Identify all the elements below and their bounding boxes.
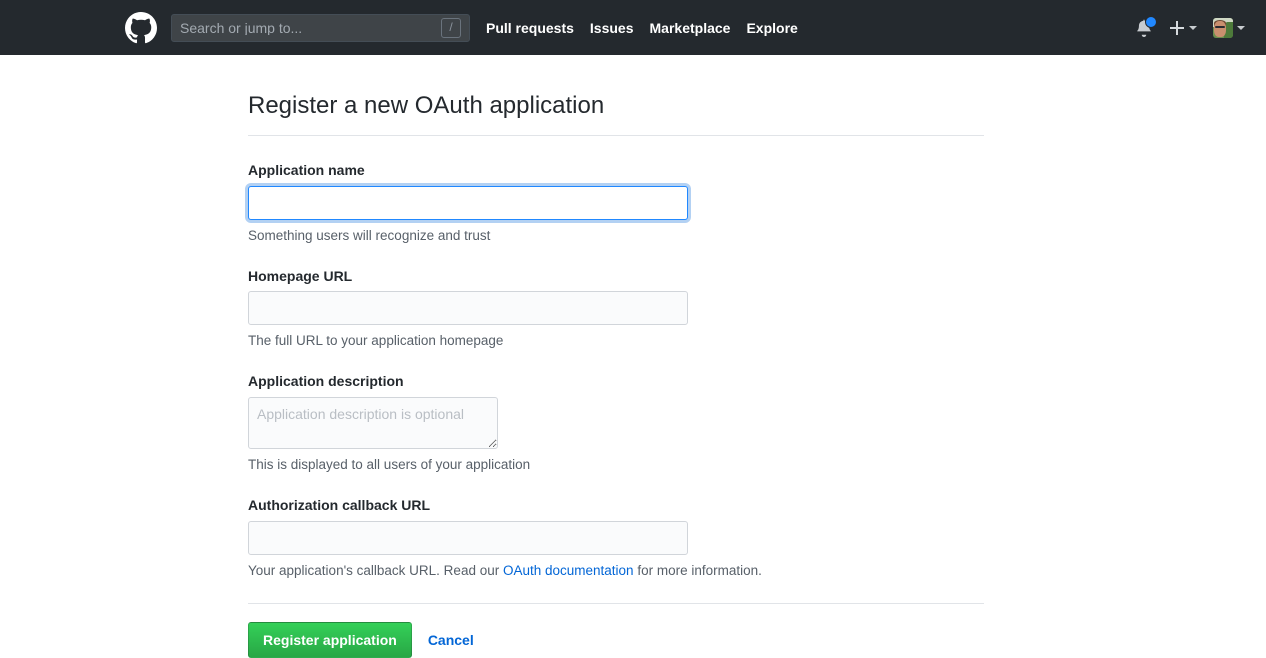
authorization-callback-url-input[interactable]: [248, 520, 688, 555]
header-actions: [1135, 15, 1250, 38]
register-oauth-application-form: Application name Something users will re…: [248, 162, 984, 658]
cancel-button[interactable]: Cancel: [424, 625, 478, 655]
register-application-button[interactable]: Register application: [248, 621, 412, 658]
plus-icon: [1170, 20, 1184, 35]
page-title: Register a new OAuth application: [248, 92, 605, 119]
application-description-textarea[interactable]: [248, 397, 498, 450]
page-body: Register a new OAuth application Applica…: [0, 55, 1266, 658]
homepage-url-input[interactable]: [248, 291, 688, 326]
chevron-down-icon: [1189, 25, 1197, 30]
global-header: Search or jump to... / Pull requests Iss…: [0, 0, 1266, 55]
avatar: [1213, 17, 1233, 38]
field-group-application-name: Application name Something users will re…: [248, 162, 984, 246]
homepage-url-label: Homepage URL: [248, 267, 353, 284]
search-input[interactable]: Search or jump to... /: [171, 13, 470, 42]
create-new-button[interactable]: [1169, 20, 1197, 36]
application-name-help: Something users will recognize and trust: [248, 227, 491, 243]
field-group-authorization-callback-url: Authorization callback URL Your applicat…: [248, 497, 984, 581]
chevron-down-icon: [1237, 25, 1245, 30]
nav-item-issues[interactable]: Issues: [590, 17, 634, 39]
search-placeholder: Search or jump to...: [180, 20, 303, 35]
nav-item-pull-requests[interactable]: Pull requests: [486, 17, 574, 39]
authorization-callback-url-label: Authorization callback URL: [248, 497, 431, 514]
field-group-application-description: Application description This is displaye…: [248, 373, 984, 475]
profile-menu-button[interactable]: [1213, 17, 1245, 38]
callback-help-text-before: Your application's callback URL. Read ou…: [248, 562, 503, 578]
application-name-input[interactable]: [248, 185, 688, 220]
oauth-app-form-container: Register a new OAuth application Applica…: [248, 91, 984, 658]
header-nav: Pull requests Issues Marketplace Explore: [486, 17, 798, 39]
homepage-url-help: The full URL to your application homepag…: [248, 333, 504, 349]
authorization-callback-url-help: Your application's callback URL. Read ou…: [248, 562, 984, 581]
application-description-label: Application description: [248, 373, 404, 390]
form-actions: Register application Cancel: [248, 621, 984, 658]
application-name-label: Application name: [248, 162, 365, 178]
title-divider: [248, 135, 984, 136]
notifications-button[interactable]: [1135, 15, 1157, 37]
notification-unread-dot: [1145, 15, 1157, 28]
github-mark-icon[interactable]: [125, 11, 157, 44]
callback-help-text-after: for more information.: [633, 562, 762, 578]
actions-divider: [248, 602, 984, 604]
application-description-help: This is displayed to all users of your a…: [248, 457, 531, 473]
oauth-documentation-link[interactable]: OAuth documentation: [503, 563, 634, 578]
nav-item-explore[interactable]: Explore: [746, 17, 797, 39]
search-shortcut-badge: /: [441, 17, 461, 38]
field-group-homepage-url: Homepage URL The full URL to your applic…: [248, 268, 984, 352]
nav-item-marketplace[interactable]: Marketplace: [650, 17, 731, 39]
